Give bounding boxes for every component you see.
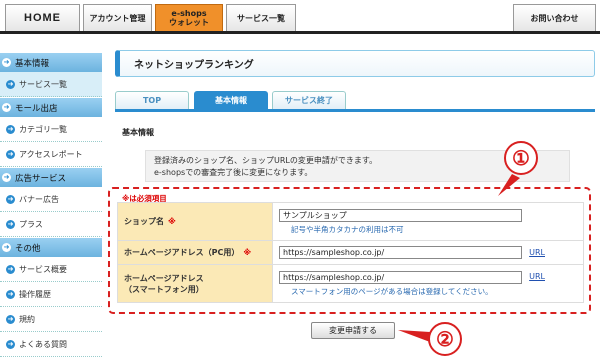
sidebar: ➜ 基本情報 ➜ サービス一覧 ➜ モール出店 ➜ カテゴリ一覧 ➜ アクセスレポート ➜… — [0, 52, 102, 357]
callout-2: ② — [428, 322, 462, 356]
sub-tabs: TOP 基本情報 サービス終了 — [115, 91, 595, 112]
shop-name-input[interactable] — [279, 208, 522, 222]
callout2-pointer — [398, 330, 430, 342]
sidebar-item-banner-ads[interactable]: ➜ バナー広告 — [0, 187, 102, 212]
sidebar-header-label: 広告サービス — [15, 173, 67, 184]
submit-change-button[interactable]: 変更申請する — [311, 322, 395, 339]
nav-inquiry-tab[interactable]: お問い合わせ — [513, 4, 596, 31]
arrow-right-icon: ➜ — [6, 339, 15, 349]
nav-eshops-wallet-tab[interactable]: e-shops ウォレット — [155, 4, 223, 31]
arrow-right-icon: ➜ — [2, 173, 11, 182]
sidebar-header-other[interactable]: ➜ その他 — [0, 237, 102, 257]
sidebar-header-label: モール出店 — [15, 103, 58, 114]
form-row-sp-url: ホームページアドレス （スマートフォン用） URL スマートフォン用のページがあ… — [117, 264, 584, 303]
page: HOME アカウント管理 e-shops ウォレット サービス一覧 お問い合わせ… — [0, 0, 600, 362]
arrow-right-icon: ➜ — [6, 314, 15, 324]
nav-eshops-line2: ウォレット — [169, 18, 209, 27]
sidebar-item-service-list[interactable]: ➜ サービス一覧 — [0, 72, 102, 97]
sidebar-item-label: 操作履歴 — [19, 289, 51, 299]
sidebar-item-label: サービス概要 — [19, 264, 67, 274]
form-row-pc-url: ホームページアドレス（PC用）※ URL — [117, 240, 584, 265]
sp-url-hint: スマートフォン用のページがある場合は登録してください。 — [291, 286, 493, 296]
required-mark: ※ — [168, 217, 176, 226]
arrow-right-icon: ➜ — [6, 124, 15, 134]
shop-name-value-cell: 記号や半角カタカナの利用は不可 — [272, 202, 584, 241]
top-nav: HOME アカウント管理 e-shops ウォレット サービス一覧 お問い合わせ — [0, 0, 600, 34]
nav-services-tab[interactable]: サービス一覧 — [226, 4, 296, 31]
sidebar-item-label: 規約 — [19, 314, 35, 324]
sidebar-header-mall[interactable]: ➜ モール出店 — [0, 97, 102, 117]
sidebar-item-label: カテゴリ一覧 — [19, 124, 67, 134]
edit-form: ショップ名 ※ 記号や半角カタカナの利用は不可 ホームページアドレス（PC用）※ … — [117, 202, 584, 303]
sp-url-link[interactable]: URL — [529, 272, 545, 281]
sp-url-label-line2: （スマートフォン用） — [124, 284, 204, 294]
notice-line-1: 登録済みのショップ名、ショップURLの変更申請ができます。 — [154, 156, 378, 165]
sidebar-item-label: サービス一覧 — [19, 79, 67, 89]
shop-name-label-cell: ショップ名 ※ — [117, 202, 273, 241]
notice-line-2: e-shopsでの審査完了後に変更になります。 — [154, 168, 313, 177]
nav-account-tab[interactable]: アカウント管理 — [83, 4, 152, 31]
nav-eshops-line1: e-shops — [171, 9, 207, 18]
tab-service-end[interactable]: サービス終了 — [272, 91, 346, 109]
sidebar-item-access-report[interactable]: ➜ アクセスレポート — [0, 142, 102, 167]
page-title: ネットショップランキング — [115, 50, 595, 77]
sidebar-item-faq[interactable]: ➜ よくある質問 — [0, 332, 102, 357]
sidebar-header-basic[interactable]: ➜ 基本情報 — [0, 52, 102, 72]
required-mark: ※ — [243, 248, 252, 257]
arrow-right-icon: ➜ — [6, 219, 15, 229]
sidebar-item-categories[interactable]: ➜ カテゴリ一覧 — [0, 117, 102, 142]
sidebar-header-label: その他 — [15, 243, 41, 254]
callout-1: ① — [504, 141, 538, 175]
sidebar-item-operation-history[interactable]: ➜ 操作履歴 — [0, 282, 102, 307]
shop-name-hint: 記号や半角カタカナの利用は不可 — [291, 224, 404, 234]
arrow-right-icon: ➜ — [6, 149, 15, 159]
sp-url-label-line1: ホームページアドレス — [124, 273, 204, 283]
arrow-right-icon: ➜ — [6, 79, 15, 89]
sidebar-item-label: プラス — [19, 219, 43, 229]
arrow-right-icon: ➜ — [6, 194, 15, 204]
sp-url-input[interactable] — [279, 270, 522, 284]
sidebar-header-label: 基本情報 — [15, 58, 50, 69]
pc-url-label: ホームページアドレス（PC用） — [124, 248, 240, 257]
form-row-shop-name: ショップ名 ※ 記号や半角カタカナの利用は不可 — [117, 202, 584, 241]
arrow-right-icon: ➜ — [2, 103, 11, 112]
arrow-right-icon: ➜ — [2, 243, 11, 252]
arrow-right-icon: ➜ — [6, 264, 15, 274]
tab-basic-info[interactable]: 基本情報 — [194, 91, 268, 109]
sidebar-item-label: アクセスレポート — [19, 149, 83, 159]
sidebar-item-service-overview[interactable]: ➜ サービス概要 — [0, 257, 102, 282]
section-label: 基本情報 — [122, 128, 154, 137]
sidebar-item-label: バナー広告 — [19, 194, 59, 204]
sidebar-header-ads[interactable]: ➜ 広告サービス — [0, 167, 102, 187]
tab-top[interactable]: TOP — [115, 91, 189, 109]
pc-url-value-cell: URL — [272, 240, 584, 265]
sidebar-item-terms[interactable]: ➜ 規約 — [0, 307, 102, 332]
nav-home-tab[interactable]: HOME — [5, 4, 80, 31]
sidebar-item-plus[interactable]: ➜ プラス — [0, 212, 102, 237]
sp-url-label-cell: ホームページアドレス （スマートフォン用） — [117, 264, 273, 303]
pc-url-label-cell: ホームページアドレス（PC用） ※ — [117, 240, 273, 265]
sidebar-item-label: よくある質問 — [19, 339, 67, 349]
shop-name-label: ショップ名 — [124, 217, 164, 226]
pc-url-link[interactable]: URL — [529, 248, 545, 257]
arrow-right-icon: ➜ — [6, 289, 15, 299]
pc-url-input[interactable] — [279, 246, 522, 259]
arrow-right-icon: ➜ — [2, 58, 11, 67]
sp-url-value-cell: URL スマートフォン用のページがある場合は登録してください。 — [272, 264, 584, 303]
